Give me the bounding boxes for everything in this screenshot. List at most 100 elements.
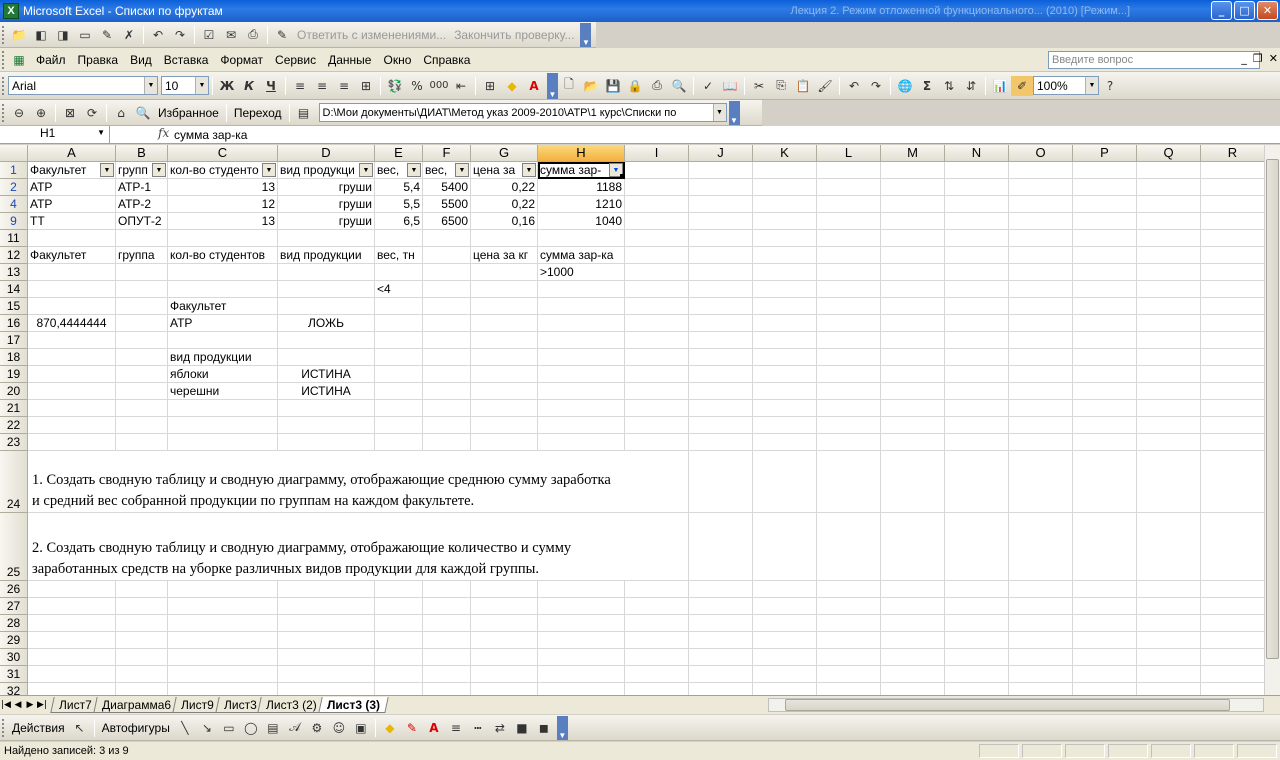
cell-r1[interactable] <box>1201 162 1264 179</box>
rectangle-icon[interactable]: ▭ <box>218 718 240 738</box>
home-icon[interactable]: ⌂ <box>110 103 132 123</box>
cell-b26[interactable] <box>116 581 168 598</box>
align-right-icon[interactable]: ≡ <box>333 76 355 96</box>
cell-q23[interactable] <box>1137 434 1201 451</box>
cell-e15[interactable] <box>375 298 423 315</box>
column-header-f[interactable]: F <box>423 145 471 162</box>
cell-i24[interactable] <box>625 451 689 513</box>
new-document-icon[interactable]: 🗋 <box>558 76 580 96</box>
row-header-27[interactable]: 27 <box>0 598 28 615</box>
cell-i26[interactable] <box>625 581 689 598</box>
row-header-24[interactable]: 24 <box>0 451 28 513</box>
cell-n4[interactable] <box>945 196 1009 213</box>
cell-e2[interactable]: 5,4 <box>375 179 423 196</box>
cell-o11[interactable] <box>1009 230 1073 247</box>
cell-h1[interactable]: сумма зар- ▼ <box>538 162 625 179</box>
cell-j11[interactable] <box>689 230 753 247</box>
cell-o30[interactable] <box>1009 649 1073 666</box>
column-header-r[interactable]: R <box>1201 145 1264 162</box>
cell-b18[interactable] <box>116 349 168 366</box>
cell-k31[interactable] <box>753 666 817 683</box>
cell-l25[interactable] <box>817 513 881 581</box>
cell-m27[interactable] <box>881 598 945 615</box>
cell-i19[interactable] <box>625 366 689 383</box>
row-header-21[interactable]: 21 <box>0 400 28 417</box>
cell-k29[interactable] <box>753 632 817 649</box>
cell-d19[interactable]: ИСТИНА <box>278 366 375 383</box>
autosum-icon[interactable]: Σ <box>916 76 938 96</box>
cell-a27[interactable] <box>28 598 116 615</box>
cell-p25[interactable] <box>1073 513 1137 581</box>
cell-l13[interactable] <box>817 264 881 281</box>
shadow-icon[interactable]: ■ <box>511 718 533 738</box>
print-preview-icon[interactable]: 🔍 <box>668 76 690 96</box>
workbook-restore-icon[interactable]: ❐ <box>1253 52 1263 65</box>
cell-o32[interactable] <box>1009 683 1073 695</box>
wordart-icon[interactable]: 𝒜 <box>284 718 306 738</box>
cell-n15[interactable] <box>945 298 1009 315</box>
cut-icon[interactable]: ✂ <box>748 76 770 96</box>
stop-icon[interactable]: ⊠ <box>59 103 81 123</box>
cell-q18[interactable] <box>1137 349 1201 366</box>
cell-i31[interactable] <box>625 666 689 683</box>
cell-h21[interactable] <box>538 400 625 417</box>
dash-style-icon[interactable]: ┅ <box>467 718 489 738</box>
cell-g30[interactable] <box>471 649 538 666</box>
autoshapes-menu[interactable]: Автофигуры <box>98 721 174 735</box>
cell-n11[interactable] <box>945 230 1009 247</box>
cell-o20[interactable] <box>1009 383 1073 400</box>
column-header-e[interactable]: E <box>375 145 423 162</box>
cell-o18[interactable] <box>1009 349 1073 366</box>
cell-d17[interactable] <box>278 332 375 349</box>
cell-r17[interactable] <box>1201 332 1264 349</box>
cell-c14[interactable] <box>168 281 278 298</box>
cell-c13[interactable] <box>168 264 278 281</box>
select-all-corner[interactable] <box>0 145 28 162</box>
horizontal-scrollbar[interactable] <box>768 698 1264 712</box>
cell-f26[interactable] <box>423 581 471 598</box>
cell-j4[interactable] <box>689 196 753 213</box>
cell-r26[interactable] <box>1201 581 1264 598</box>
cell-o16[interactable] <box>1009 315 1073 332</box>
cell-j2[interactable] <box>689 179 753 196</box>
cell-q28[interactable] <box>1137 615 1201 632</box>
cell-l16[interactable] <box>817 315 881 332</box>
cell-r31[interactable] <box>1201 666 1264 683</box>
cell-l24[interactable] <box>817 451 881 513</box>
last-sheet-icon[interactable]: ▶| <box>36 700 48 710</box>
cell-p23[interactable] <box>1073 434 1137 451</box>
cell-d13[interactable] <box>278 264 375 281</box>
cell-a2[interactable]: АТР <box>28 179 116 196</box>
cell-i15[interactable] <box>625 298 689 315</box>
undo-icon[interactable]: ↶ <box>843 76 865 96</box>
cell-q31[interactable] <box>1137 666 1201 683</box>
line-color-icon[interactable]: ✎ <box>401 718 423 738</box>
cell-e18[interactable] <box>375 349 423 366</box>
cell-e31[interactable] <box>375 666 423 683</box>
cell-k28[interactable] <box>753 615 817 632</box>
cell-c23[interactable] <box>168 434 278 451</box>
cell-q15[interactable] <box>1137 298 1201 315</box>
cell-f9[interactable]: 6500 <box>423 213 471 230</box>
drawing-icon[interactable]: ✐ <box>1011 75 1033 96</box>
cell-a21[interactable] <box>28 400 116 417</box>
cell-q30[interactable] <box>1137 649 1201 666</box>
cell-f15[interactable] <box>423 298 471 315</box>
cell-o2[interactable] <box>1009 179 1073 196</box>
cell-c20[interactable]: черешни <box>168 383 278 400</box>
cell-p12[interactable] <box>1073 247 1137 264</box>
row-header-14[interactable]: 14 <box>0 281 28 298</box>
cell-j17[interactable] <box>689 332 753 349</box>
cell-b11[interactable] <box>116 230 168 247</box>
fill-color-icon[interactable]: ◆ <box>379 718 401 738</box>
cell-l30[interactable] <box>817 649 881 666</box>
row-header-2[interactable]: 2 <box>0 179 28 196</box>
cell-g17[interactable] <box>471 332 538 349</box>
cell-k4[interactable] <box>753 196 817 213</box>
cell-e21[interactable] <box>375 400 423 417</box>
cell-i22[interactable] <box>625 417 689 434</box>
cell-p18[interactable] <box>1073 349 1137 366</box>
cell-r20[interactable] <box>1201 383 1264 400</box>
cell-g20[interactable] <box>471 383 538 400</box>
cell-c22[interactable] <box>168 417 278 434</box>
